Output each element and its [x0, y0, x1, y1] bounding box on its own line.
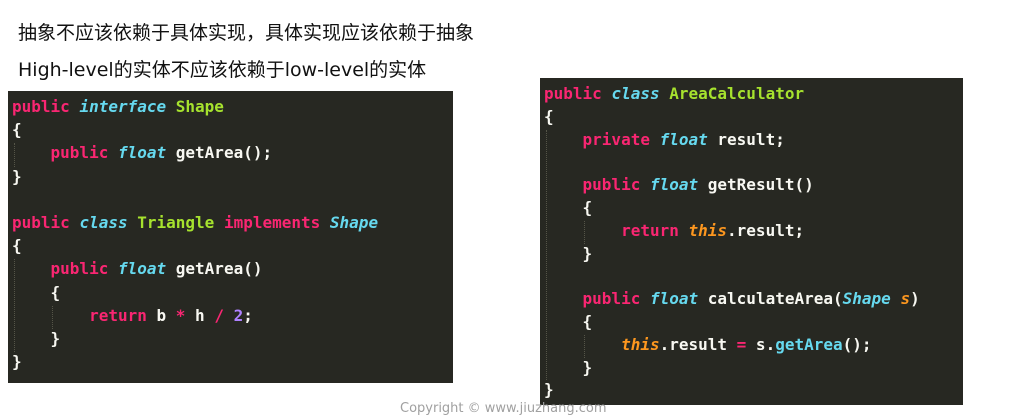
code-token: }	[544, 380, 554, 400]
code-token: AreaCalculator	[659, 84, 805, 103]
code-token: .result;	[727, 220, 805, 240]
code-token: float	[649, 175, 699, 195]
code-line: {	[544, 312, 593, 332]
code-token: getResult()	[698, 175, 814, 195]
copyright-watermark: Copyright © www.jiuzhang.com	[400, 401, 607, 416]
code-line: public class Triangle implements Shape	[12, 213, 378, 233]
code-token: b	[156, 305, 176, 325]
code-token: this	[688, 220, 728, 240]
code-token: public	[544, 84, 612, 103]
indent-guide	[546, 129, 547, 381]
code-token: {	[544, 106, 554, 126]
code-token: float	[649, 289, 699, 309]
code-token: s	[900, 289, 911, 309]
code-token: h	[185, 305, 215, 325]
code-token: }	[12, 166, 22, 186]
code-line: public class AreaCalculator	[544, 84, 804, 104]
code-token: ();	[842, 334, 872, 354]
code-token: public	[544, 289, 650, 309]
code-token: class	[79, 213, 128, 232]
code-line: {	[12, 236, 22, 256]
code-line: }	[544, 380, 554, 400]
indent-guide	[584, 220, 585, 244]
code-line: {	[12, 282, 61, 303]
code-token: 2	[233, 305, 244, 325]
code-token: getArea	[775, 334, 843, 354]
code-token: public	[12, 143, 118, 163]
code-panel-shape-triangle: public interface Shape { public float get…	[8, 91, 453, 383]
code-token: }	[544, 243, 593, 263]
code-token: interface	[79, 97, 167, 116]
code-token: Shape	[842, 289, 891, 309]
heading-line-2: High-level的实体不应该依赖于low-level的实体	[18, 59, 427, 81]
code-token: {	[544, 198, 593, 217]
code-token: {	[544, 312, 593, 331]
code-token: /	[214, 305, 224, 325]
code-line: }	[12, 167, 22, 187]
code-token: public	[12, 259, 118, 279]
code-token: Shape	[166, 97, 224, 116]
code-line: {	[12, 120, 22, 140]
code-line: this.result = s.getArea();	[544, 334, 872, 355]
code-token: calculateArea(	[698, 289, 843, 309]
code-line: public float getResult()	[544, 175, 814, 195]
indent-guide	[14, 259, 15, 353]
code-line: }	[544, 243, 593, 264]
indent-guide	[52, 305, 53, 329]
code-line: public float getArea();	[12, 143, 273, 163]
code-token: result;	[707, 129, 785, 149]
code-token: this	[621, 334, 660, 354]
code-line: }	[544, 357, 593, 378]
code-line: public float getArea()	[12, 259, 263, 279]
code-token: class	[611, 84, 660, 103]
code-token: }	[544, 357, 593, 377]
code-line: }	[12, 352, 22, 372]
code-panel-area-calculator: public class AreaCalculator{ private flo…	[540, 78, 963, 405]
indent-guide	[14, 143, 15, 167]
code-line: {	[544, 198, 593, 218]
code-line: }	[12, 329, 61, 349]
code-token: )	[910, 289, 920, 309]
code-token: *	[175, 305, 186, 325]
code-token: s.	[746, 334, 776, 354]
code-token: return	[544, 220, 689, 240]
code-token: getArea()	[166, 259, 263, 279]
code-token: public	[12, 213, 80, 232]
code-token: float	[117, 259, 167, 279]
code-line: {	[544, 107, 554, 127]
code-token: ;	[243, 305, 253, 325]
code-token: }	[12, 329, 61, 348]
code-token: public	[544, 175, 650, 195]
indent-guide	[584, 334, 585, 358]
code-token: }	[12, 352, 22, 372]
code-line: public float calculateArea(Shape s)	[544, 289, 920, 309]
code-token: .result	[659, 334, 737, 354]
code-line: private float result;	[544, 130, 785, 150]
code-token: implements	[223, 213, 330, 232]
code-token: {	[12, 120, 22, 140]
code-token: public	[12, 97, 80, 116]
code-token: private	[544, 129, 660, 149]
code-line: return this.result;	[544, 221, 804, 241]
code-token: {	[12, 282, 61, 302]
code-token: Triangle	[127, 213, 224, 232]
code-line: return b * h / 2;	[12, 306, 253, 326]
code-token: Shape	[329, 213, 379, 232]
code-token: return	[12, 305, 157, 325]
code-token: {	[12, 236, 22, 256]
code-token: getArea();	[166, 143, 273, 163]
code-line: public interface Shape	[12, 97, 224, 117]
code-token: float	[117, 143, 167, 163]
code-token: =	[736, 334, 747, 354]
heading-line-1: 抽象不应该依赖于具体实现，具体实现应该依赖于抽象	[18, 22, 475, 44]
code-token: float	[659, 129, 708, 149]
